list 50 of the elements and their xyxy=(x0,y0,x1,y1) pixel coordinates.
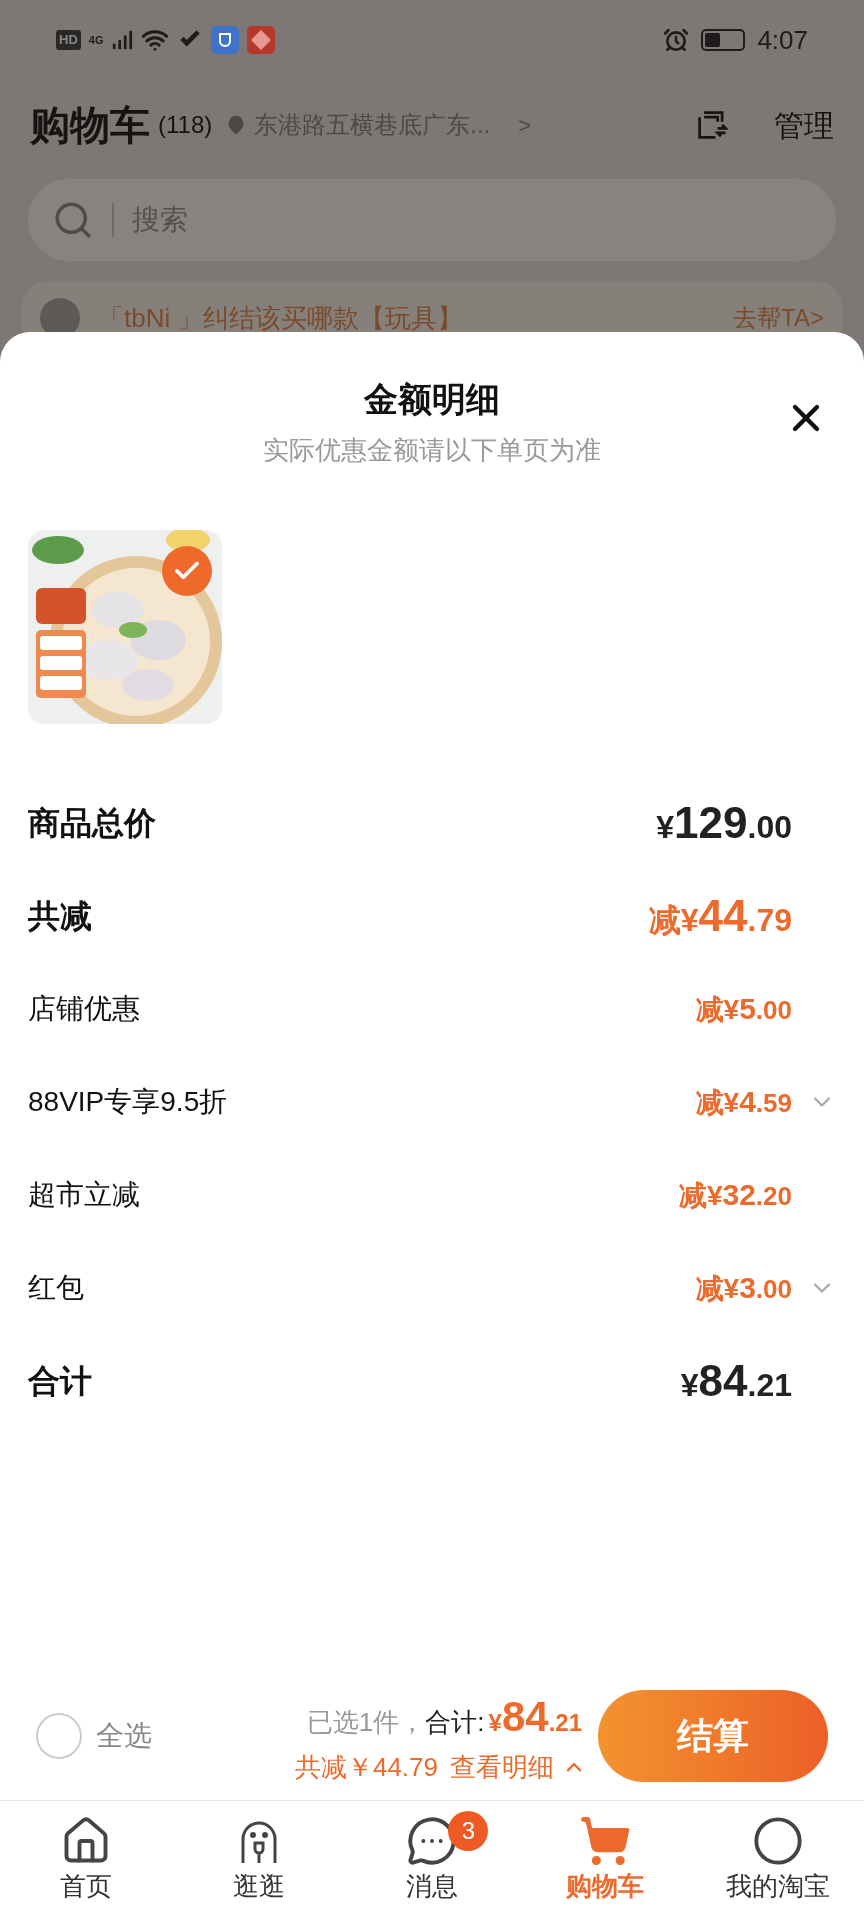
amount: 减¥3.00 xyxy=(695,1270,792,1306)
clock-time: 4:07 xyxy=(757,23,808,57)
sheet-subtitle: 实际优惠金额请以下单页为准 xyxy=(263,434,601,467)
alarm-icon xyxy=(663,27,690,53)
total-amount: ¥84.21 xyxy=(488,1692,582,1742)
row-label: 店铺优惠 xyxy=(28,991,140,1026)
tab-item[interactable]: 购物车 xyxy=(518,1801,692,1920)
banner[interactable]: 「tbNi 」纠结该买哪款【玩具】 去帮TA> xyxy=(22,282,842,332)
total-label: 合计: xyxy=(425,1706,485,1739)
amount: 减¥5.00 xyxy=(695,991,792,1027)
manage-button[interactable]: 管理 xyxy=(774,102,834,148)
signal-icon xyxy=(111,29,134,51)
amount: ¥84.21 xyxy=(680,1354,792,1407)
amount: ¥129.00 xyxy=(656,796,792,849)
address-chevron: > xyxy=(518,111,532,140)
tab-item[interactable]: 逛逛 xyxy=(172,1801,346,1920)
tab-item[interactable]: 我的淘宝 xyxy=(691,1801,864,1920)
banner-text: 「tbNi 」纠结该买哪款【玩具】 xyxy=(98,301,464,332)
cart-count: (118) xyxy=(158,110,213,140)
battery-icon xyxy=(701,29,746,51)
banner-action[interactable]: 去帮TA> xyxy=(733,300,824,332)
tab-item[interactable]: 首页 xyxy=(0,1801,173,1920)
app-icon xyxy=(211,26,240,54)
network-label: 4G xyxy=(88,34,104,46)
saving-text: 共减￥44.79 xyxy=(294,1751,438,1784)
sheet-title: 金额明细 xyxy=(364,379,500,420)
badge: 3 xyxy=(448,1811,489,1851)
select-all-label: 全选 xyxy=(96,1719,152,1753)
tab-item[interactable]: 消息 3 xyxy=(345,1801,519,1920)
row-label: 红包 xyxy=(28,1270,84,1305)
checkout-button[interactable]: 结算 xyxy=(598,1690,828,1782)
row-label: 商品总价 xyxy=(28,803,156,843)
selected-count: 已选1件， xyxy=(306,1706,426,1739)
select-all-radio[interactable] xyxy=(36,1713,82,1759)
amount: 减¥32.20 xyxy=(678,1177,792,1213)
row-label: 合计 xyxy=(28,1361,92,1401)
row-label: 共减 xyxy=(28,896,92,936)
chevron-icon xyxy=(566,1763,582,1772)
circle-icon xyxy=(751,1815,804,1867)
cart-icon xyxy=(578,1815,631,1867)
page-title: 购物车 xyxy=(30,102,150,149)
hd-badge: HD xyxy=(56,30,81,50)
chat-icon xyxy=(406,1815,458,1867)
avatar-icon xyxy=(40,298,80,332)
amount: 减¥4.59 xyxy=(695,1084,792,1120)
amount: 减¥44.79 xyxy=(648,889,792,942)
row-label: 超市立减 xyxy=(28,1177,140,1212)
details-link[interactable]: 查看明细 xyxy=(450,1748,554,1787)
app-icon xyxy=(247,26,276,54)
row-label: 88VIP专享9.5折 xyxy=(28,1084,228,1119)
